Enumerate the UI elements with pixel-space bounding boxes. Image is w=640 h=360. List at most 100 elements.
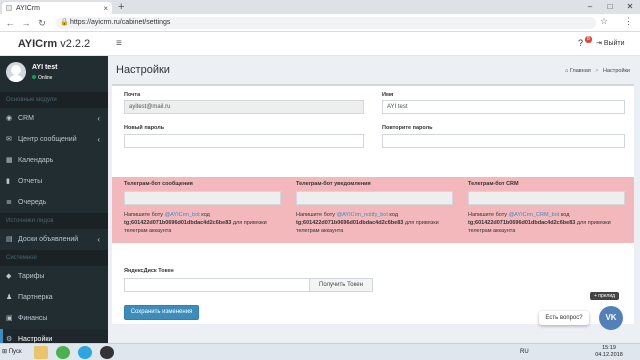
favicon-icon [6, 5, 12, 11]
tg-msg-hint: Напишите боту @AYICrm_bot код tg;601422d0… [124, 211, 289, 235]
dashboard-icon: ◉ [6, 115, 13, 122]
breadcrumb-current: Настройки [603, 68, 630, 74]
bot-msg-link[interactable]: @AYICrm_bot [165, 212, 200, 218]
logo-brand: AYICrm [17, 38, 58, 50]
file-explorer-icon[interactable] [34, 346, 48, 359]
token-code: tg;601422d071b0696d01dbdac4d2c6be83 [468, 220, 576, 226]
sidebar-item-label: Отчеты [18, 178, 43, 185]
envelope-icon: ✉ [6, 136, 12, 143]
sidebar-item-label: Настройки [18, 336, 53, 343]
forward-icon[interactable]: → [20, 14, 32, 32]
name-field[interactable]: AYI test [382, 100, 625, 114]
breadcrumb-separator: > [595, 68, 599, 74]
taskbar: ⊞ Пуск RU 15:19 04.12.2018 [0, 343, 640, 360]
gear-icon: ⚙ [6, 336, 13, 343]
user-status: Online [32, 75, 52, 81]
tg-msg-field[interactable] [124, 191, 281, 205]
browser-menu-icon[interactable]: ⋮ [624, 16, 633, 27]
new-tab-button[interactable]: + [118, 1, 124, 13]
sidebar-item[interactable]: ▦ Календарь [0, 150, 108, 171]
help-icon[interactable]: ? [578, 38, 583, 48]
sidebar-item-label: Доски объявлений [18, 236, 79, 243]
tray-lang[interactable]: RU [520, 344, 529, 360]
chevron-left-icon: ‹ [97, 114, 100, 123]
token-code: tg;601422d071b0696d01dbdac4d2c6be83 [296, 220, 404, 226]
user-panel: AYI test Online [0, 56, 108, 92]
browser-tab[interactable]: AYICrm × [2, 2, 112, 14]
settings-form: Почта ayitest@mail.ru Имя AYI test Новый… [112, 84, 634, 324]
breadcrumb: ⌂ Главная > Настройки [565, 68, 630, 74]
sidebar-item[interactable]: ≣ Очередь [0, 192, 108, 213]
sidebar-item[interactable]: ▣ Финансы [0, 308, 108, 329]
obs-icon[interactable] [100, 346, 114, 359]
maximize-button[interactable]: □ [600, 0, 620, 14]
logo-version: v2.2.2 [57, 38, 91, 50]
home-icon: ⌂ [564, 68, 569, 74]
app-header: AYICrm v2.2.2 ≡ ? 8 ⇥ Выйти [0, 32, 640, 56]
new-password-field[interactable] [124, 134, 364, 148]
hint-prefix: Напишите боту [468, 212, 509, 218]
chat-plus-label[interactable]: + прелид [590, 292, 620, 300]
sidebar-item[interactable]: ◆ Тарифы [0, 266, 108, 287]
window-close-button[interactable]: ✕ [620, 0, 640, 14]
queue-icon: ≣ [6, 199, 12, 206]
repeat-password-field[interactable] [382, 134, 625, 148]
hint-code-word: код [559, 212, 570, 218]
content-area: Настройки ⌂ Главная > Настройки Почта ay… [108, 56, 640, 343]
sidebar-item-label: Центр сообщений [18, 136, 77, 143]
clock[interactable]: 15:19 04.12.2018 [594, 345, 624, 359]
bookmark-star-icon[interactable]: ☆ [600, 16, 608, 27]
vk-chat-button[interactable]: VK [599, 306, 623, 330]
sidebar-toggle-icon[interactable]: ≡ [116, 32, 122, 56]
tg-crm-hint: Напишите боту @AYICrm_CRM_bot код tg;6014… [468, 211, 633, 235]
sidebar-item[interactable]: ▤ Доски объявлений ‹ [0, 229, 108, 250]
yandex-token-field[interactable] [124, 278, 310, 292]
tg-notify-field[interactable] [296, 191, 453, 205]
reload-icon[interactable]: ↻ [36, 14, 48, 32]
bot-crm-link[interactable]: @AYICrm_CRM_bot [509, 212, 560, 218]
hint-code-word: код [199, 212, 210, 218]
lock-icon: 🔒 [60, 19, 69, 26]
sidebar-item-label: CRM [18, 115, 34, 122]
hint-code-word: код [387, 212, 399, 218]
sidebar-item[interactable]: ◉ CRM ‹ [0, 108, 108, 129]
sidebar-section-header: Основные модули [0, 92, 108, 108]
tg-crm-field[interactable] [468, 191, 625, 205]
breadcrumb-home[interactable]: Главная [570, 68, 591, 74]
clock-time: 15:19 [602, 345, 616, 351]
tab-close-icon[interactable]: × [103, 4, 108, 13]
sidebar-item[interactable]: ⚙ Настройки [0, 329, 108, 343]
sidebar-item-label: Календарь [18, 157, 54, 164]
tag-icon: ◆ [6, 273, 12, 280]
email-field[interactable]: ayitest@mail.ru [124, 100, 364, 114]
start-button[interactable]: ⊞ Пуск [0, 344, 24, 360]
tg-msg-label: Телеграм-бот сообщения [124, 181, 193, 187]
back-icon[interactable]: ← [4, 14, 16, 32]
telegram-icon[interactable] [78, 346, 92, 359]
telegram-bots-band: Телеграм-бот сообщения Напишите боту @AY… [112, 177, 634, 243]
sidebar-item-label: Тарифы [18, 273, 45, 280]
get-token-button[interactable]: Получить Токен [309, 278, 373, 292]
sidebar-item[interactable]: ▮ Отчеты [0, 171, 108, 192]
save-button[interactable]: Сохранить изменения [124, 305, 199, 320]
email-label: Почта [124, 92, 141, 98]
logout-button[interactable]: ⇥ Выйти [596, 32, 625, 56]
sidebar-item[interactable]: ✉ Центр сообщений ‹ [0, 129, 108, 150]
money-icon: ▣ [6, 315, 13, 322]
user-status-text: Online [38, 75, 53, 81]
tg-notify-label: Телеграм-бот уведомления [296, 181, 371, 187]
sidebar-section-header: Источники лидов [0, 213, 108, 229]
avatar [6, 62, 26, 82]
tab-title: AYICrm [16, 4, 40, 12]
url-field[interactable]: 🔒 https://ayicrm.ru/cabinet/settings [56, 17, 596, 29]
sidebar-menu: Основные модули ◉ CRM ‹ ✉ Центр сообщений ‹ ▦ Ка… [0, 92, 108, 343]
chat-question-bubble[interactable]: Есть вопрос? [539, 311, 589, 325]
hint-prefix: Напишите боту [124, 212, 165, 218]
sidebar-item[interactable]: ♟ Партнерка [0, 287, 108, 308]
repeat-password-label: Повторите пароль [382, 125, 433, 131]
sidebar-section-header: Системное [0, 250, 108, 266]
chrome-icon[interactable] [56, 346, 70, 359]
bot-notify-link[interactable]: @AYICrm_notify_bot [337, 212, 388, 218]
app-logo[interactable]: AYICrm v2.2.2 [0, 32, 108, 56]
minimize-button[interactable]: – [580, 0, 600, 14]
